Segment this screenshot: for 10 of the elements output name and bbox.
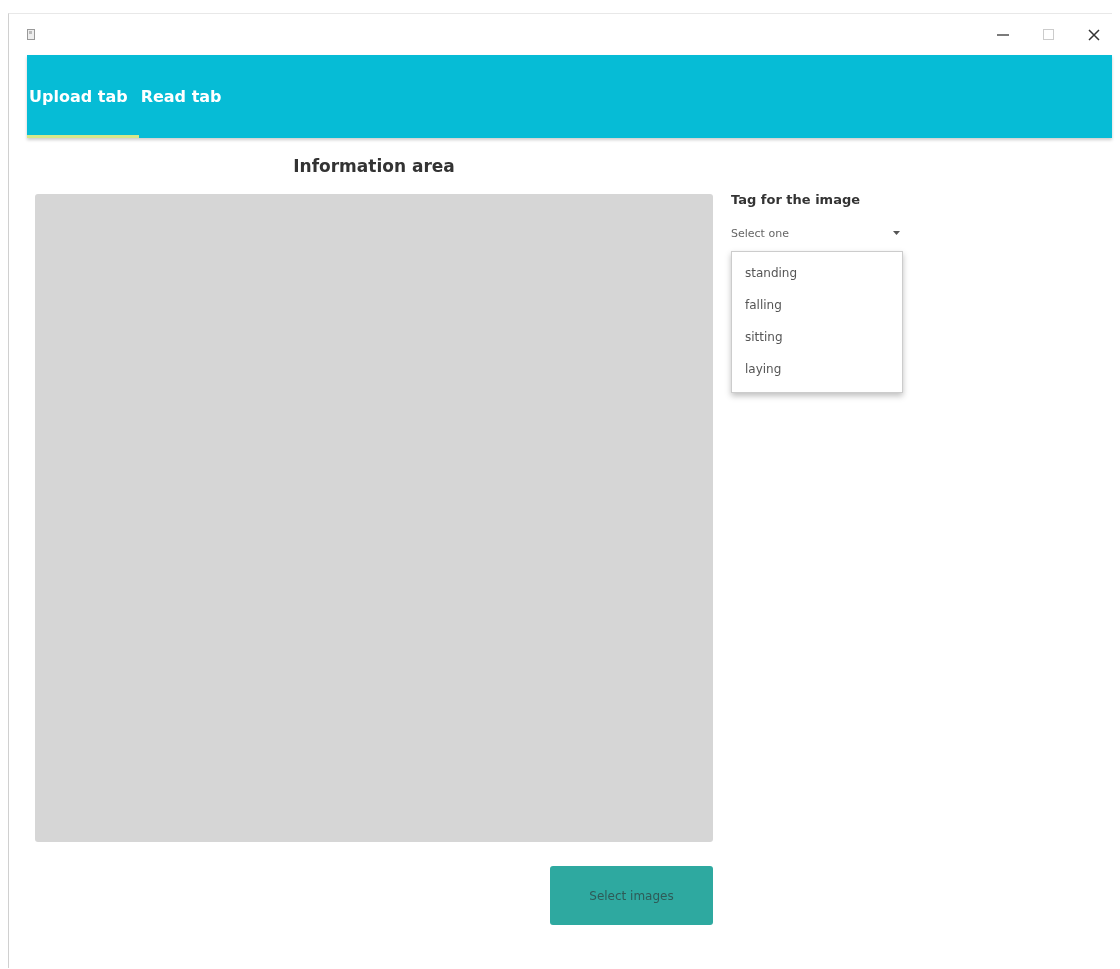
dropdown-option[interactable]: falling xyxy=(732,290,902,322)
section-heading: Information area xyxy=(292,156,456,178)
dropdown-option[interactable]: sitting xyxy=(732,322,902,354)
dropdown-option[interactable]: laying xyxy=(732,354,902,386)
app-icon xyxy=(27,29,35,40)
dropdown-option[interactable]: standing xyxy=(732,258,902,290)
field-label: Tag for the image xyxy=(731,192,862,207)
caret-icon xyxy=(893,231,900,235)
close-icon[interactable] xyxy=(1088,28,1100,41)
tag-dropdown[interactable]: Select one xyxy=(731,225,906,241)
